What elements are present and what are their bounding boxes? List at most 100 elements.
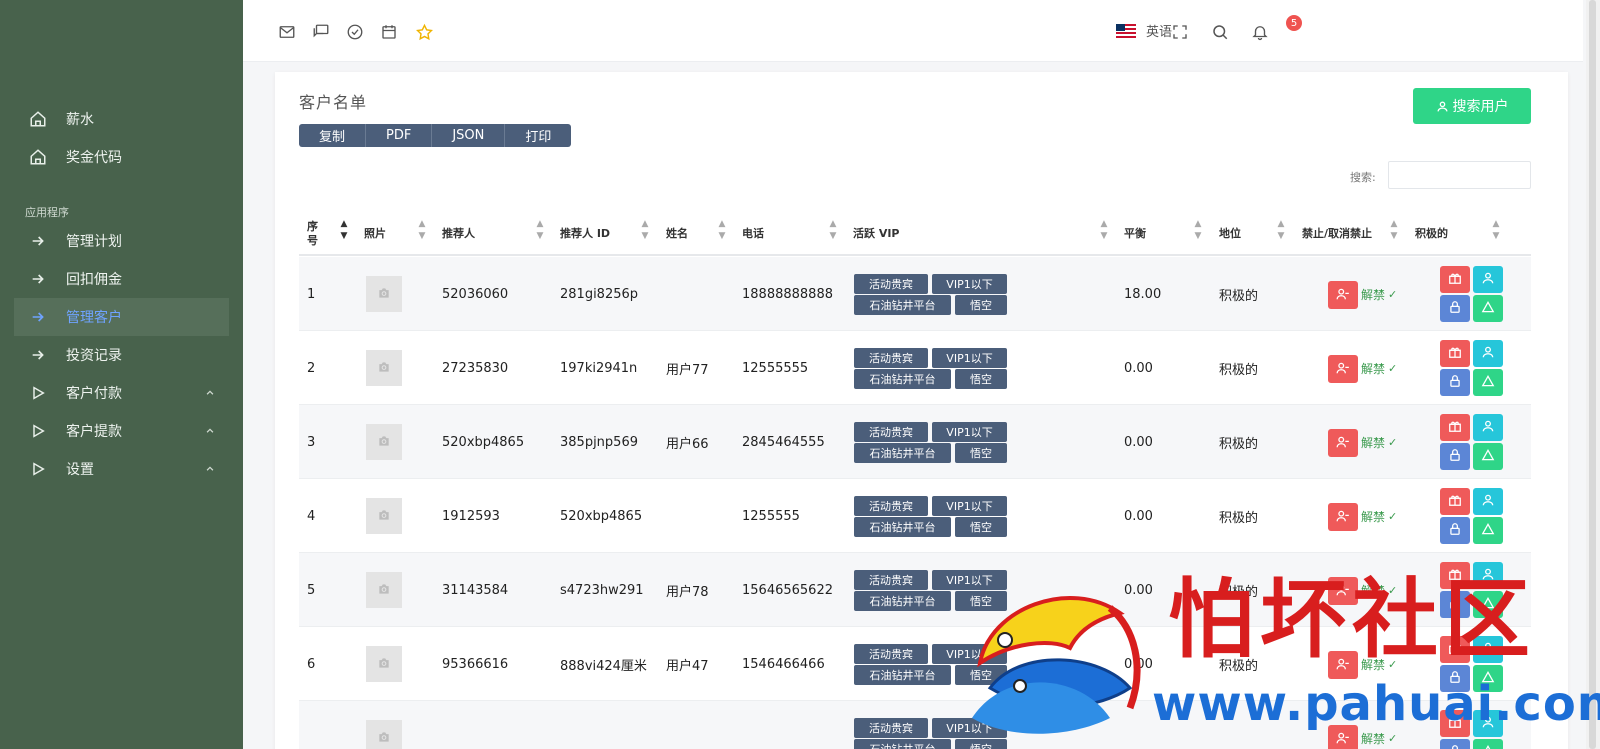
- col-phone[interactable]: 电话: [742, 212, 764, 256]
- sidebar-item-rebate[interactable]: 回扣佣金: [14, 260, 229, 298]
- pdf-button[interactable]: PDF: [366, 124, 433, 147]
- warning-button[interactable]: [1473, 443, 1503, 470]
- star-icon[interactable]: [413, 21, 435, 43]
- cell-referrer: 520xbp4865: [442, 434, 525, 450]
- warning-button[interactable]: [1473, 369, 1503, 396]
- sort-icon[interactable]: ▲ ▼: [1193, 218, 1203, 246]
- col-referrer-id[interactable]: 推荐人 ID: [560, 212, 610, 256]
- gift-button[interactable]: [1440, 414, 1470, 441]
- ban-button[interactable]: [1328, 281, 1358, 309]
- print-button[interactable]: 打印: [505, 124, 572, 147]
- gift-icon: [1448, 492, 1462, 511]
- vip-tag: 活动贵宾: [854, 348, 928, 368]
- sidebar-item-label: 投资记录: [66, 348, 122, 364]
- calendar-icon[interactable]: [378, 21, 400, 43]
- user-button[interactable]: [1473, 488, 1503, 515]
- sort-icon[interactable]: ▲ ▼: [535, 218, 545, 246]
- ban-button[interactable]: [1328, 355, 1358, 383]
- arrow-right-icon: [28, 231, 48, 251]
- user-icon: [1481, 344, 1495, 363]
- sidebar-item-salary[interactable]: 薪水: [14, 100, 229, 138]
- sidebar-item-settings[interactable]: 设置: [14, 450, 229, 488]
- lock-button[interactable]: [1440, 517, 1470, 544]
- json-button[interactable]: JSON: [432, 124, 506, 147]
- mail-icon[interactable]: [276, 21, 298, 43]
- chat-icon[interactable]: [310, 21, 332, 43]
- sidebar-item-investment-records[interactable]: 投资记录: [14, 336, 229, 374]
- vip-tag: 活动贵宾: [854, 422, 928, 442]
- vip-tag: 活动贵宾: [854, 644, 928, 664]
- cell-balance: 0.00: [1124, 508, 1153, 524]
- copy-button[interactable]: 复制: [299, 124, 367, 147]
- camera-icon: [377, 507, 391, 526]
- col-actions[interactable]: 积极的: [1415, 212, 1448, 256]
- arrow-right-icon: [28, 269, 48, 289]
- cell-referrer-id: 520xbp4865: [560, 508, 643, 524]
- bell-icon[interactable]: [1249, 21, 1271, 43]
- col-referrer[interactable]: 推荐人: [442, 212, 475, 256]
- user-icon: [1481, 270, 1495, 289]
- col-name[interactable]: 姓名: [666, 212, 688, 256]
- user-button[interactable]: [1473, 266, 1503, 293]
- user-button[interactable]: [1473, 340, 1503, 367]
- cell-balance: 0.00: [1124, 434, 1153, 450]
- sort-icon[interactable]: ▲ ▼: [1389, 218, 1399, 246]
- sidebar-item-customer-payments[interactable]: 客户付款: [14, 374, 229, 412]
- camera-icon: [377, 359, 391, 378]
- col-balance[interactable]: 平衡: [1124, 212, 1146, 256]
- cell-referrer-id: 888vi424厘米: [560, 658, 647, 674]
- sort-icon[interactable]: ▲ ▼: [1491, 218, 1501, 246]
- gift-button[interactable]: [1440, 340, 1470, 367]
- lock-button[interactable]: [1440, 369, 1470, 396]
- user-button[interactable]: [1473, 414, 1503, 441]
- sidebar-item-customer-withdrawals[interactable]: 客户提款: [14, 412, 229, 450]
- search-icon[interactable]: [1209, 21, 1231, 43]
- ban-button[interactable]: [1328, 503, 1358, 531]
- sort-icon[interactable]: ▲ ▼: [717, 218, 727, 246]
- col-active-vip[interactable]: 活跃 VIP: [853, 212, 900, 256]
- us-flag-icon: [1116, 23, 1136, 38]
- unban-status: 解禁 ✓: [1361, 360, 1397, 377]
- warning-button[interactable]: [1473, 295, 1503, 322]
- vip-tag: 悟空: [955, 369, 1007, 389]
- user-icon: [1436, 100, 1449, 113]
- search-user-label: 搜索用户: [1452, 99, 1509, 115]
- cell-phone: 12555555: [742, 360, 809, 376]
- sort-icon[interactable]: ▲ ▼: [339, 218, 349, 246]
- check-circle-icon[interactable]: [344, 21, 366, 43]
- gift-button[interactable]: [1440, 266, 1470, 293]
- scrollbar-thumb[interactable]: [1589, 0, 1596, 749]
- fullscreen-icon[interactable]: [1169, 21, 1191, 43]
- col-photo[interactable]: 照片: [364, 212, 386, 256]
- sort-icon[interactable]: ▲ ▼: [417, 218, 427, 246]
- search-user-button[interactable]: 搜索用户: [1413, 88, 1531, 124]
- cell-status: 积极的: [1219, 288, 1259, 304]
- col-ban[interactable]: 禁止/取消禁止: [1302, 212, 1374, 256]
- sort-icon[interactable]: ▲ ▼: [1276, 218, 1286, 246]
- sidebar-item-manage-customers[interactable]: 管理客户: [14, 298, 229, 336]
- ban-button[interactable]: [1328, 429, 1358, 457]
- col-no[interactable]: 序号: [307, 212, 329, 256]
- table-row: 1 52036060 281gi8256p 18888888888 活动贵宾 VIP1以下…: [299, 257, 1531, 331]
- col-label: 序号: [307, 220, 318, 247]
- sidebar-item-manage-plans[interactable]: 管理计划: [14, 222, 229, 260]
- search-input[interactable]: [1388, 161, 1531, 189]
- lock-button[interactable]: [1440, 443, 1470, 470]
- lock-button[interactable]: [1440, 295, 1470, 322]
- col-status[interactable]: 地位: [1219, 212, 1241, 256]
- vip-tag: 悟空: [955, 517, 1007, 537]
- sort-icon[interactable]: ▲ ▼: [640, 218, 650, 246]
- col-label: 活跃 VIP: [853, 227, 900, 240]
- gift-button[interactable]: [1440, 488, 1470, 515]
- sidebar-item-bonus-code[interactable]: 奖金代码: [14, 138, 229, 176]
- col-label: 积极的: [1415, 227, 1448, 240]
- col-label: 姓名: [666, 227, 688, 240]
- unban-label: 解禁: [1361, 510, 1386, 524]
- sort-icon[interactable]: ▲ ▼: [1099, 218, 1109, 246]
- language-selector[interactable]: 英语: [1116, 21, 1172, 40]
- sort-icon[interactable]: ▲ ▼: [828, 218, 838, 246]
- lock-icon: [1448, 373, 1462, 392]
- warning-button[interactable]: [1473, 517, 1503, 544]
- col-label: 照片: [364, 227, 386, 240]
- cell-phone: 2845464555: [742, 434, 825, 450]
